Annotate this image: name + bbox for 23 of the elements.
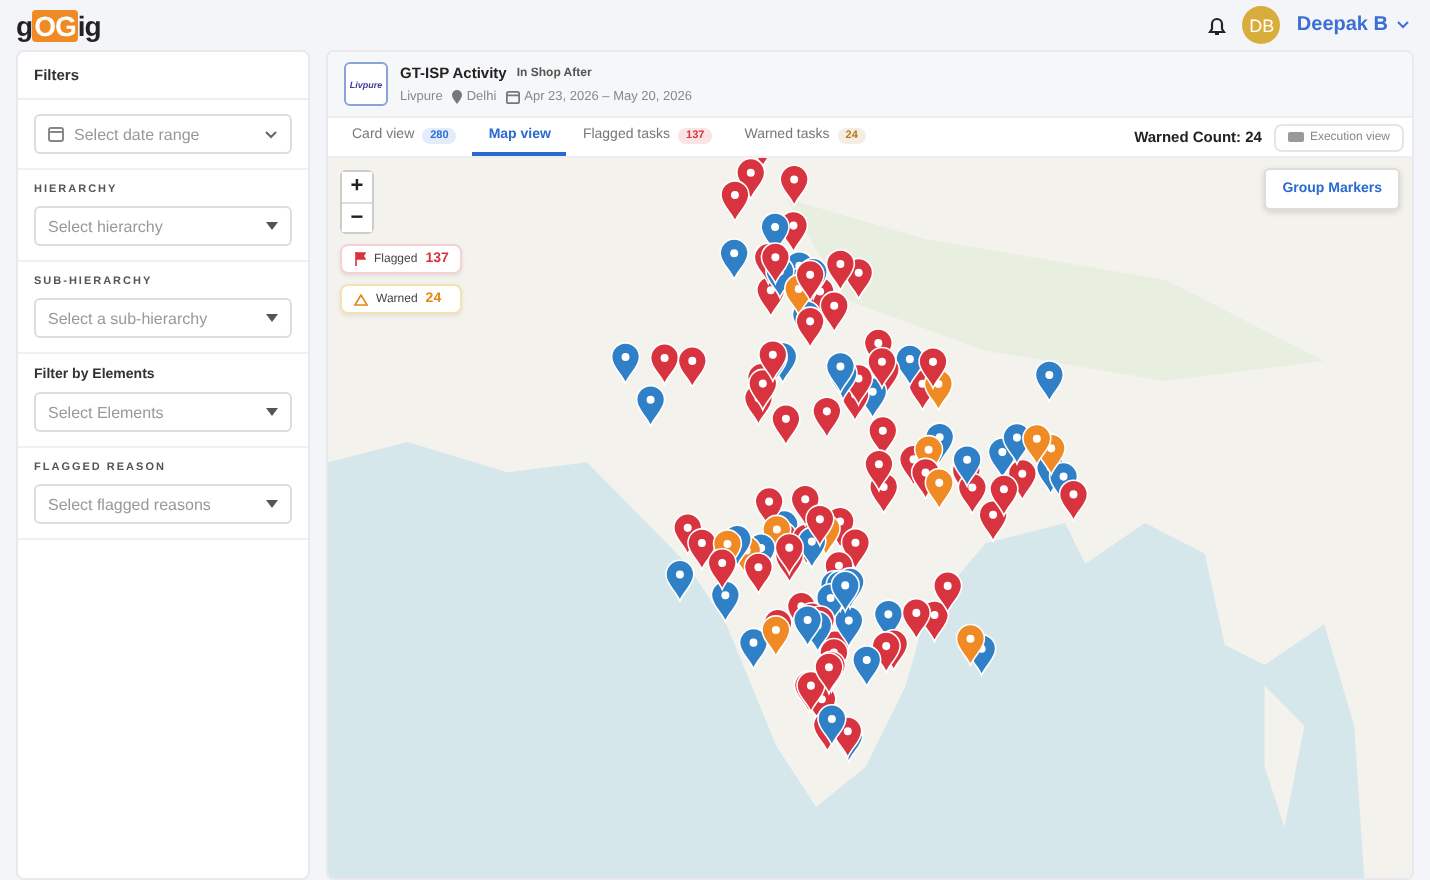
caret-icon: [266, 314, 278, 322]
location-pin-icon: [452, 90, 463, 104]
map-drawing[interactable]: [328, 158, 1412, 878]
bell-icon[interactable]: [1208, 15, 1227, 35]
date-range-field[interactable]: Select date range: [34, 114, 292, 154]
warning-icon: [354, 293, 368, 305]
user-menu[interactable]: Deepak B: [1296, 14, 1410, 36]
select-field[interactable]: Select Elements: [34, 392, 292, 432]
caret-icon: [266, 222, 278, 230]
chevron-icon: [1396, 20, 1410, 30]
calendar-icon: [506, 90, 521, 104]
select-field[interactable]: Select a sub-hierarchy: [34, 298, 292, 338]
user-avatar: DB: [1242, 6, 1281, 44]
caret-icon: [266, 500, 278, 508]
select-field[interactable]: Select hierarchy: [34, 206, 292, 246]
flag-icon: [354, 252, 366, 266]
caret-icon: [266, 408, 278, 416]
zoom-out-button[interactable]: −: [342, 202, 372, 232]
select-field[interactable]: Select flagged reasons: [34, 484, 292, 524]
calendar-icon: [48, 126, 64, 142]
chevron-icon: [264, 129, 278, 139]
toggle-icon: [1287, 132, 1304, 142]
logo: gOGig: [16, 9, 101, 41]
